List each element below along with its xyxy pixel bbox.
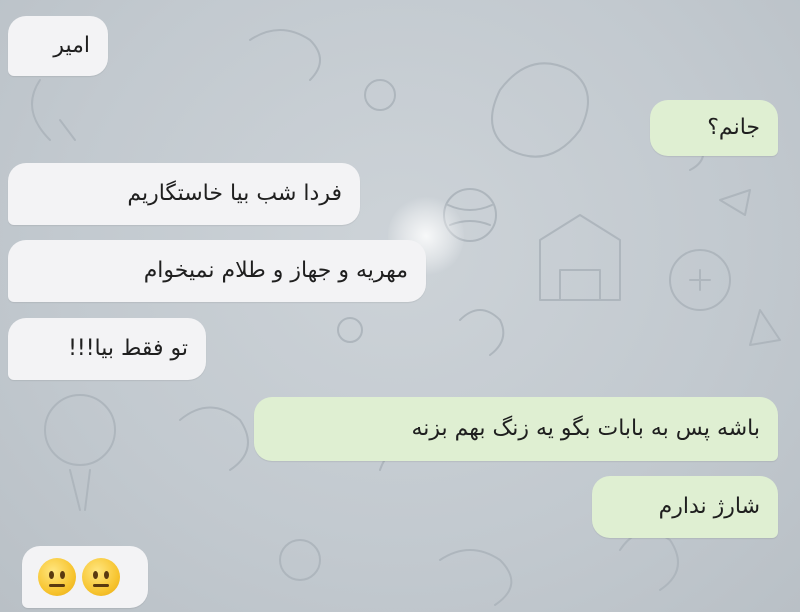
- message-text: باشه پس به بابات بگو یه زنگ بهم بزنه: [411, 416, 760, 441]
- message-bubble-incoming[interactable]: تو فقط بیا!!!: [8, 318, 206, 380]
- message-text: امیر: [53, 33, 90, 58]
- neutral-face-icon: [82, 558, 120, 596]
- message-bubble-incoming[interactable]: امیر: [8, 16, 108, 76]
- message-bubble-incoming[interactable]: مهریه و جهاز و طلام نمیخوام: [8, 240, 426, 302]
- message-bubble-incoming[interactable]: فردا شب بیا خاستگاریم: [8, 163, 360, 225]
- message-bubble-outgoing[interactable]: باشه پس به بابات بگو یه زنگ بهم بزنه: [254, 397, 778, 461]
- message-text: شارژ ندارم: [658, 494, 760, 519]
- message-text: مهریه و جهاز و طلام نمیخوام: [143, 258, 408, 283]
- message-bubble-outgoing[interactable]: شارژ ندارم: [592, 476, 778, 538]
- message-bubble-incoming-emoji[interactable]: [22, 546, 148, 608]
- neutral-face-icon: [38, 558, 76, 596]
- message-text: جانم؟: [707, 115, 760, 140]
- message-bubble-outgoing[interactable]: جانم؟: [650, 100, 778, 156]
- message-text: فردا شب بیا خاستگاریم: [127, 181, 342, 206]
- message-text: تو فقط بیا!!!: [68, 336, 188, 361]
